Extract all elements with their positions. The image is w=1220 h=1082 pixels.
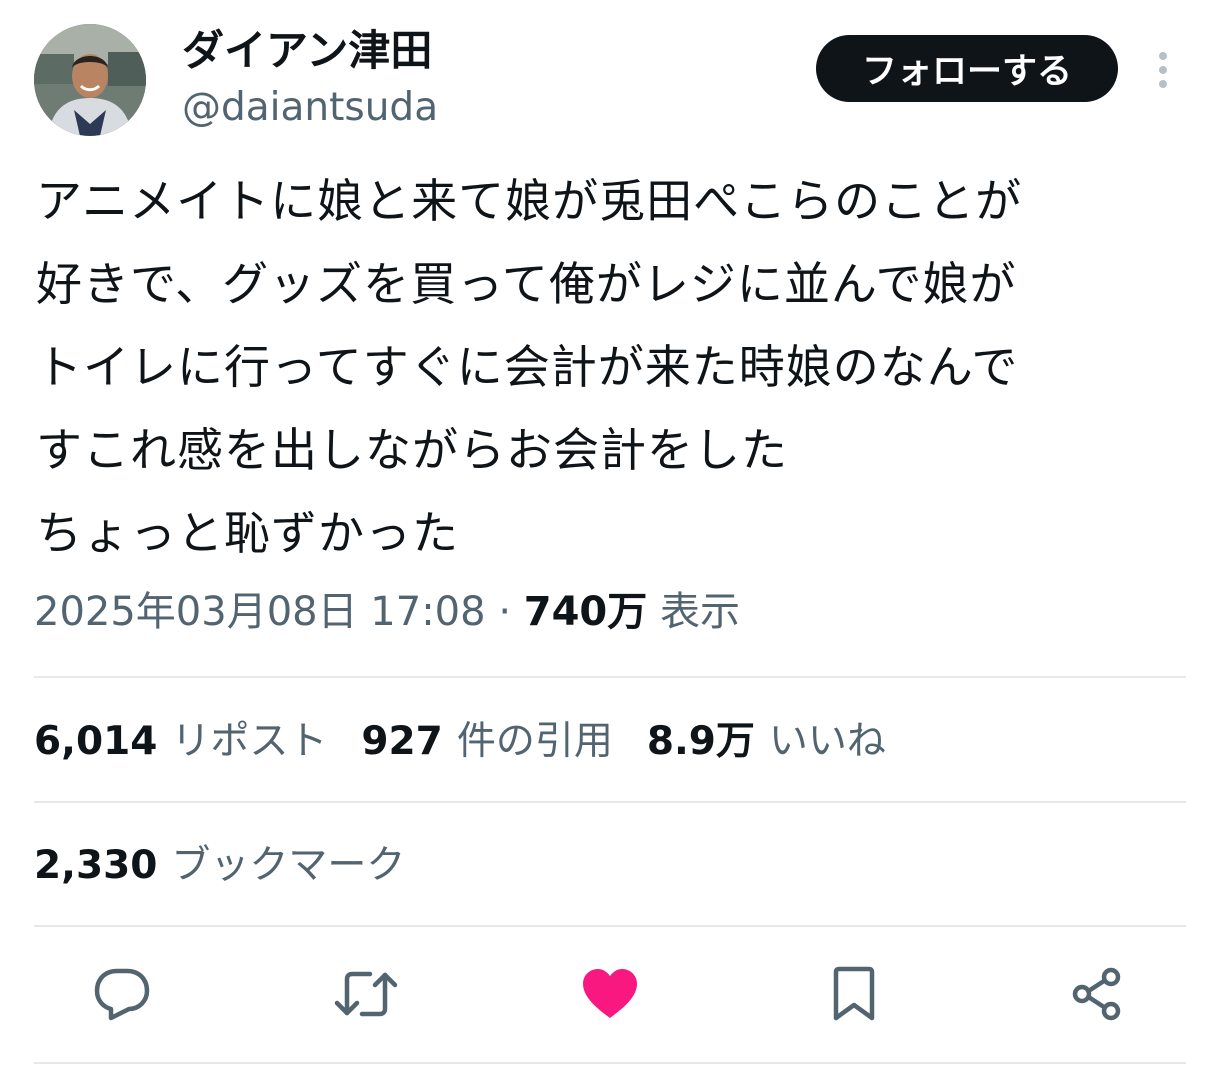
retweet-icon (334, 971, 398, 1017)
divider (34, 1062, 1186, 1064)
likes-label: いいね (768, 719, 886, 764)
timestamp[interactable]: 2025年03月08日 17:08 (34, 589, 486, 635)
bookmark-icon (833, 966, 875, 1021)
avatar-photo (34, 24, 146, 136)
tweet-text-line: ちょっと恥ずかった (36, 506, 459, 560)
tweet-text: アニメイトに娘と来て娘が兎田ぺこらのことが 好きで、グッズを買って俺がレジに並ん… (36, 160, 1186, 575)
divider (34, 801, 1186, 803)
tweet-text-line: アニメイトに娘と来て娘が兎田ぺこらのことが (36, 174, 1023, 228)
share-button[interactable] (1066, 962, 1130, 1026)
display-name[interactable]: ダイアン津田 (182, 24, 432, 78)
user-handle[interactable]: @daiantsuda (182, 84, 438, 132)
quotes-count: 927 (361, 719, 443, 764)
reply-icon (94, 968, 150, 1021)
bookmark-stats: 2,330 ブックマーク (34, 838, 439, 894)
tweet-text-line: 好きで、グッズを買って俺がレジに並んで娘が (36, 257, 1017, 311)
reposts-count: 6,014 (34, 719, 158, 764)
tweet-actions (0, 940, 1220, 1050)
views-count: 740万 (523, 589, 648, 635)
bookmarks-count: 2,330 (34, 843, 158, 888)
quotes-stat[interactable]: 927 件の引用 (361, 714, 612, 770)
likes-stat[interactable]: 8.9万 いいね (647, 714, 886, 770)
follow-button[interactable]: フォローする (816, 35, 1118, 102)
heart-icon (583, 969, 637, 1018)
avatar[interactable] (34, 24, 146, 136)
tweet-text-line: すこれ感を出しながらお会計をした (36, 423, 788, 477)
divider (34, 925, 1186, 927)
bookmarks-label: ブックマーク (171, 843, 406, 888)
meta-separator: · (498, 589, 512, 635)
likes-count: 8.9万 (646, 719, 755, 764)
tweet-header: ダイアン津田 @daiantsuda フォローする (0, 0, 1220, 150)
views-label: 表示 (659, 589, 740, 635)
divider (34, 676, 1186, 678)
tweet-text-line: トイレに行ってすぐに会計が来た時娘のなんで (36, 340, 1019, 394)
like-button[interactable] (578, 962, 642, 1026)
retweet-button[interactable] (334, 962, 398, 1026)
reply-button[interactable] (90, 962, 154, 1026)
quotes-label: 件の引用 (456, 719, 613, 764)
reposts-label: リポスト (171, 719, 328, 764)
bookmarks-stat[interactable]: 2,330 ブックマーク (34, 838, 405, 894)
reposts-stat[interactable]: 6,014 リポスト (34, 714, 327, 770)
bookmark-button[interactable] (822, 962, 886, 1026)
engagement-stats: 6,014 リポスト 927 件の引用 8.9万 いいね (34, 714, 920, 770)
tweet-meta: 2025年03月08日 17:08 · 740万 表示 (34, 584, 740, 640)
more-vertical-icon (1159, 52, 1167, 88)
more-options-button[interactable] (1148, 48, 1178, 92)
share-icon (1072, 967, 1121, 1021)
